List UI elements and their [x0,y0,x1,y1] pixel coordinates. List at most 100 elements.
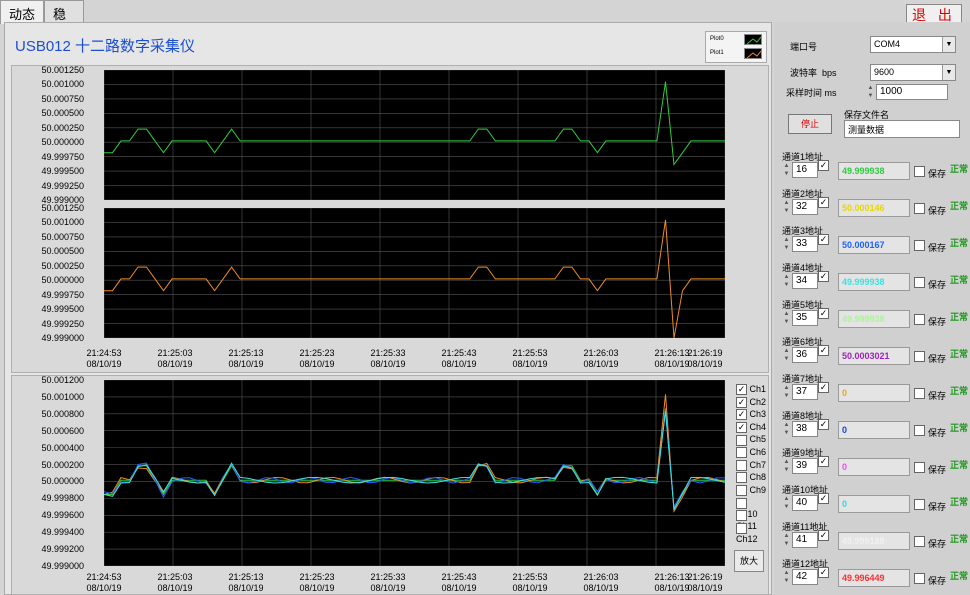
channel-enable-checkbox[interactable]: ✓ [818,160,829,171]
chevron-down-icon[interactable]: ▼ [942,65,955,80]
address-spinner-icon[interactable]: ▲ ▼ [782,421,791,438]
channel-toggle-1[interactable]: ✓ Ch1 [736,384,766,396]
x-tick-label: 21:26:19 08/10/19 [687,348,723,369]
tab-steady[interactable]: 稳态 [44,0,84,41]
channel-checkbox[interactable]: ✓ [736,409,747,421]
channel-enable-checkbox[interactable]: ✓ [818,345,829,356]
channel-toggle-8[interactable]: Ch8 [736,472,766,484]
interval-unit: ms [824,88,837,98]
waveform-graph-bottom: 50.001200 50.001000 50.000800 50.000600 50.0… [11,375,769,595]
address-input[interactable]: 37 [792,384,818,400]
save-checkbox[interactable] [914,166,925,177]
channel-toggle-7[interactable]: Ch7 [736,460,766,471]
address-spinner-icon[interactable]: ▲ ▼ [782,273,791,290]
save-checkbox[interactable] [914,425,925,436]
x-tick-label: 21:25:03 08/10/19 [157,348,193,369]
address-input[interactable]: 41 [792,532,818,548]
save-checkbox[interactable] [914,499,925,510]
channel-enable-checkbox[interactable]: ✓ [818,234,829,245]
channel-enable-checkbox[interactable]: ✓ [818,271,829,282]
save-checkbox[interactable] [914,314,925,325]
channel-checkbox[interactable] [736,484,747,496]
address-spinner-icon[interactable]: ▲ ▼ [782,347,791,364]
address-input[interactable]: 34 [792,273,818,289]
channel-toggle-5[interactable]: Ch5 [736,434,766,446]
channel-value: 50.000167 [838,236,910,254]
y-tick-label: 50.001250 [41,203,84,213]
y-tick-label: 50.000750 [41,231,84,242]
channel-value: 49.999938 [838,162,910,180]
y-tick-label: 50.001000 [41,79,84,90]
address-input[interactable]: 36 [792,347,818,363]
save-checkbox[interactable] [914,573,925,584]
plot-area-1 [103,69,726,201]
address-spinner-icon[interactable]: ▲ ▼ [782,384,791,401]
channel-checkbox[interactable]: ✓ [736,421,747,433]
address-spinner-icon[interactable]: ▲ ▼ [782,236,791,253]
channel-toggle-12[interactable]: Ch12 [736,522,768,544]
settings-panel: 端口号 COM4 ▼ 波特率 bps 9600 ▼ 采样时间 ms ▲ ▼ 1000 … [774,22,970,595]
zoom-button[interactable]: 放大 [734,550,764,572]
address-spinner-icon[interactable]: ▲ ▼ [782,495,791,512]
interval-spinner-icon[interactable]: ▲ ▼ [866,84,875,101]
channel-checkbox[interactable] [736,434,747,446]
chevron-down-icon[interactable]: ▼ [942,37,955,52]
save-checkbox[interactable] [914,240,925,251]
channel-enable-checkbox[interactable]: ✓ [818,530,829,541]
channel-checkbox[interactable] [736,510,747,522]
address-input[interactable]: 16 [792,162,818,178]
address-spinner-icon[interactable]: ▲ ▼ [782,569,791,586]
stop-button[interactable]: 停止 [788,114,832,134]
x-tick-label: 21:25:53 08/10/19 [512,572,548,593]
channel-enable-checkbox[interactable]: ✓ [818,567,829,578]
save-checkbox[interactable] [914,536,925,547]
baud-select[interactable]: 9600 ▼ [870,64,956,81]
save-checkbox[interactable] [914,388,925,399]
save-label: 保存 [928,502,947,512]
save-checkbox[interactable] [914,203,925,214]
channel-enable-checkbox[interactable]: ✓ [818,456,829,467]
channel-enable-checkbox[interactable]: ✓ [818,419,829,430]
file-name-input[interactable]: 测量数据 [844,120,960,138]
channel-checkbox[interactable] [736,472,747,484]
app-title: USB012 十二路数字采集仪 [15,38,196,55]
address-spinner-icon[interactable]: ▲ ▼ [782,199,791,216]
address-input[interactable]: 32 [792,199,818,215]
channel-checkbox[interactable]: ✓ [736,396,747,408]
channel-toggle-4[interactable]: ✓ Ch4 [736,422,766,433]
address-input[interactable]: 40 [792,495,818,511]
channel-enable-checkbox[interactable]: ✓ [818,382,829,393]
channel-enable-checkbox[interactable]: ✓ [818,308,829,319]
interval-input[interactable]: 1000 [876,84,948,100]
channel-toggle-9[interactable]: Ch9 [736,485,766,496]
channel-checkbox[interactable]: ✓ [736,384,747,396]
channel-checkbox[interactable] [736,497,747,509]
channel-value: 50.0003021 [838,347,910,365]
address-spinner-icon[interactable]: ▲ ▼ [782,532,791,549]
status-badge: 正常 [950,275,969,285]
save-label: 保存 [928,243,947,253]
save-checkbox[interactable] [914,351,925,362]
channel-checkbox[interactable] [736,447,747,459]
port-select[interactable]: COM4 ▼ [870,36,956,53]
save-checkbox[interactable] [914,277,925,288]
channel-enable-checkbox[interactable]: ✓ [818,197,829,208]
channel-toggle-6[interactable]: Ch6 [736,447,766,459]
address-spinner-icon[interactable]: ▲ ▼ [782,162,791,179]
port-label: 端口号 [790,42,818,52]
tab-dynamic[interactable]: 动态 [0,0,44,24]
channel-checkbox[interactable] [736,459,747,471]
address-spinner-icon[interactable]: ▲ ▼ [782,458,791,475]
address-input[interactable]: 35 [792,310,818,326]
channel-toggle-2[interactable]: ✓ Ch2 [736,397,766,408]
channel-toggle-3[interactable]: ✓ Ch3 [736,409,766,421]
save-checkbox[interactable] [914,462,925,473]
channel-checkbox[interactable] [736,522,747,534]
address-input[interactable]: 33 [792,236,818,252]
channel-enable-checkbox[interactable]: ✓ [818,493,829,504]
series-line-ch4 [103,410,726,512]
address-spinner-icon[interactable]: ▲ ▼ [782,310,791,327]
address-input[interactable]: 38 [792,421,818,437]
address-input[interactable]: 42 [792,569,818,585]
address-input[interactable]: 39 [792,458,818,474]
